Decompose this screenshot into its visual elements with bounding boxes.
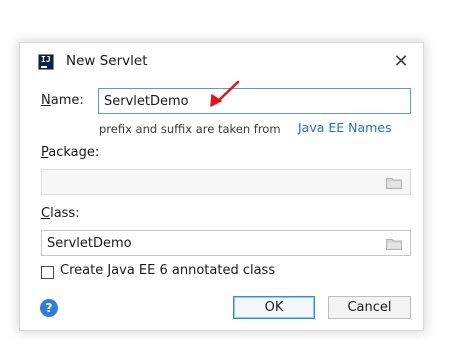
- intellij-logo-icon: IJ: [38, 54, 54, 70]
- ok-button[interactable]: OK: [233, 296, 315, 319]
- close-button[interactable]: ✕: [390, 51, 412, 73]
- name-input-value: ServletDemo: [104, 93, 189, 109]
- package-input[interactable]: [41, 169, 411, 195]
- new-servlet-dialog: IJ New Servlet ✕ Name: ServletDemo prefi…: [19, 42, 424, 331]
- package-label-text: ackage:: [48, 145, 100, 160]
- class-label: Class:: [41, 206, 80, 221]
- class-input-value: ServletDemo: [47, 235, 132, 251]
- folder-icon[interactable]: [386, 177, 402, 189]
- close-icon: ✕: [393, 51, 409, 72]
- java-ee-names-link[interactable]: Java EE Names: [298, 120, 392, 135]
- help-icon[interactable]: ?: [40, 299, 58, 317]
- name-label: Name:: [41, 93, 84, 108]
- name-label-mnemonic: N: [41, 93, 51, 108]
- dialog-title: New Servlet: [66, 53, 148, 69]
- class-input[interactable]: ServletDemo: [41, 230, 411, 256]
- annotated-class-checkbox-label[interactable]: Create Java EE 6 annotated class: [60, 263, 275, 278]
- class-label-text: lass:: [50, 206, 80, 221]
- cancel-button[interactable]: Cancel: [328, 296, 411, 319]
- name-hint: prefix and suffix are taken from: [99, 122, 281, 136]
- class-label-mnemonic: C: [41, 206, 51, 221]
- name-input[interactable]: ServletDemo: [98, 88, 411, 114]
- name-label-text: ame:: [50, 93, 84, 108]
- annotated-class-checkbox[interactable]: [41, 266, 54, 279]
- folder-icon[interactable]: [386, 238, 402, 250]
- package-label: Package:: [41, 145, 99, 160]
